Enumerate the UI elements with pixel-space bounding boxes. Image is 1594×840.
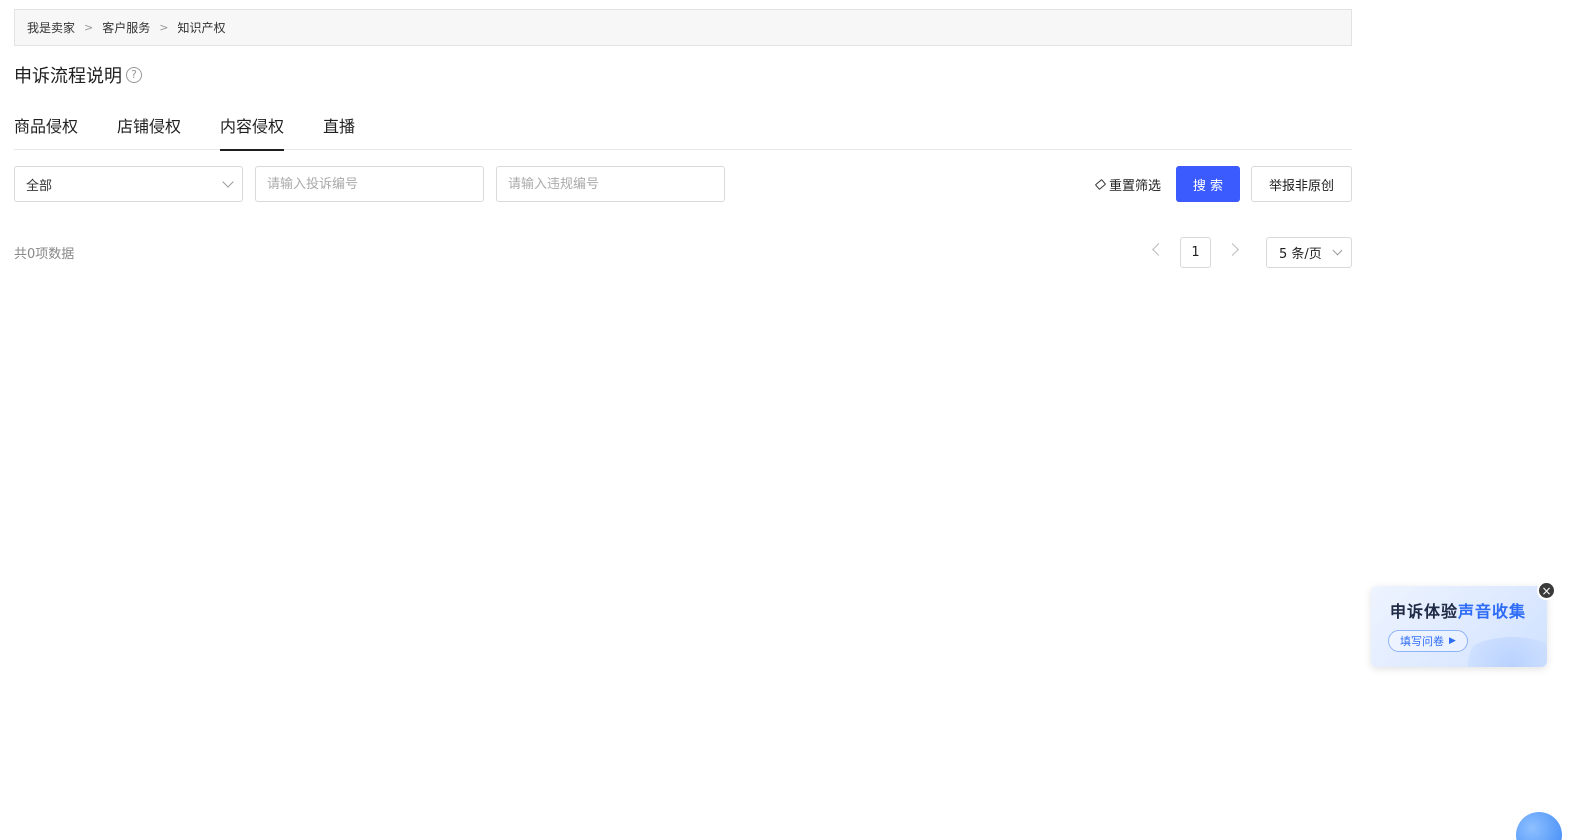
tab-live[interactable]: 直播 xyxy=(323,110,355,150)
chevron-down-icon xyxy=(1332,245,1343,256)
survey-title: 申诉体验声音收集 xyxy=(1390,598,1526,622)
eraser-icon xyxy=(1094,178,1107,190)
breadcrumb-item-seller[interactable]: 我是卖家 xyxy=(27,19,75,36)
breadcrumb: 我是卖家 > 客户服务 > 知识产权 xyxy=(14,9,1352,46)
tab-store-infringement[interactable]: 店铺侵权 xyxy=(117,110,181,150)
page: 我是卖家 > 客户服务 > 知识产权 申诉流程说明 ? 商品侵权 店铺侵权 内容… xyxy=(0,0,1594,840)
fill-survey-button[interactable]: 填写问卷 ▶ xyxy=(1388,630,1468,652)
page-number-current[interactable]: 1 xyxy=(1180,237,1211,268)
total-count: 共0项数据 xyxy=(14,247,75,262)
close-icon[interactable]: × xyxy=(1537,581,1556,600)
type-select-value: 全部 xyxy=(26,178,53,194)
tab-content-infringement[interactable]: 内容侵权 xyxy=(220,110,285,151)
type-select[interactable]: 全部 xyxy=(14,166,243,202)
breadcrumb-separator: > xyxy=(84,21,94,34)
chevron-down-icon xyxy=(222,176,234,188)
breadcrumb-separator: > xyxy=(159,21,169,34)
tab-product-infringement[interactable]: 商品侵权 xyxy=(14,110,78,150)
breadcrumb-item-customer-service[interactable]: 客户服务 xyxy=(102,19,150,36)
survey-title-highlight: 声音收集 xyxy=(1458,602,1527,621)
breadcrumb-item-ip: 知识产权 xyxy=(177,21,226,35)
page-title: 申诉流程说明 xyxy=(14,66,122,87)
decorative-blob xyxy=(1457,637,1547,667)
report-non-original-button[interactable]: 举报非原创 xyxy=(1251,166,1352,202)
play-icon: ▶ xyxy=(1449,636,1456,646)
page-size-label: 5 条/页 xyxy=(1279,247,1322,262)
reset-filter-button[interactable]: 重置筛选 xyxy=(1094,175,1162,194)
survey-title-main: 申诉体验 xyxy=(1390,602,1459,621)
complaint-number-input[interactable] xyxy=(255,166,484,202)
assistant-bubble-icon[interactable] xyxy=(1516,812,1562,840)
search-button[interactable]: 搜 索 xyxy=(1176,166,1240,202)
fill-survey-label: 填写问卷 xyxy=(1400,635,1445,648)
help-circle-icon[interactable]: ? xyxy=(126,67,142,83)
prev-page-icon[interactable] xyxy=(1152,243,1165,256)
next-page-icon[interactable] xyxy=(1226,243,1239,256)
violation-number-input[interactable] xyxy=(496,166,725,202)
tab-bar: 商品侵权 店铺侵权 内容侵权 直播 xyxy=(14,110,1352,151)
page-size-select[interactable]: 5 条/页 xyxy=(1266,237,1352,268)
survey-banner[interactable]: 申诉体验声音收集 填写问卷 ▶ xyxy=(1371,586,1547,667)
reset-filter-label: 重置筛选 xyxy=(1109,178,1162,194)
title-row: 申诉流程说明 ? xyxy=(14,62,142,88)
